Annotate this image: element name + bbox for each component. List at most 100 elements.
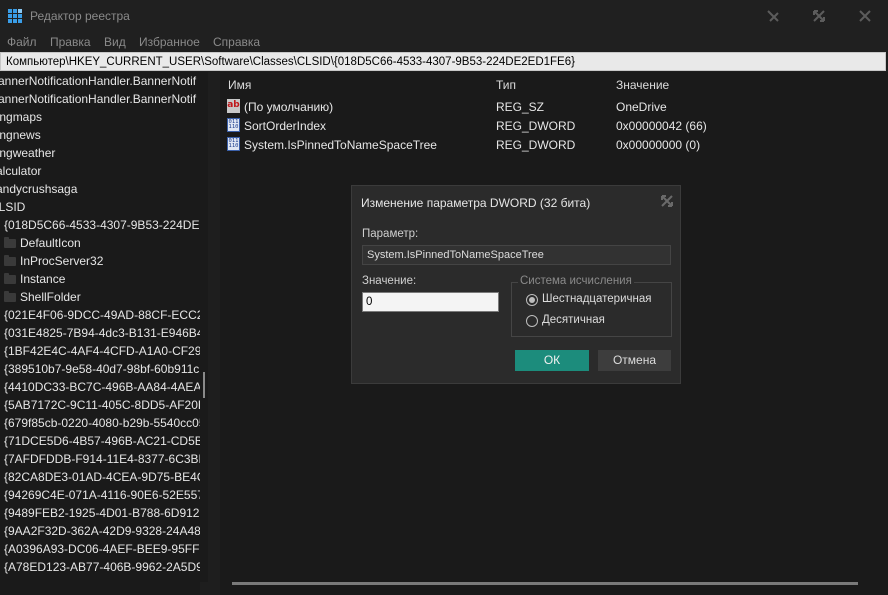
value-input[interactable]: 0: [362, 292, 499, 312]
tree-key[interactable]: candycrushsaga: [0, 180, 77, 198]
values-horizontal-scrollbar[interactable]: [232, 582, 858, 585]
tree-item-label: {389510b7-9e58-40d7-98bf-60b911cb: [4, 362, 200, 376]
menu-edit[interactable]: Правка: [50, 35, 91, 49]
tree-subkey[interactable]: DefaultIcon: [4, 234, 81, 252]
folder-icon: [4, 291, 16, 302]
tree-item-label: {021E4F06-9DCC-49AD-88CF-ECC2D: [4, 308, 200, 322]
tree-key[interactable]: BannerNotificationHandler.BannerNotif: [0, 72, 196, 90]
dialog-close-icon[interactable]: [660, 194, 674, 208]
tree-item-label: {9AA2F32D-362A-42D9-9328-24A483: [4, 524, 200, 538]
tree-item-label: {A78ED123-AB77-406B-9962-2A5D9D: [4, 560, 200, 574]
column-name-header[interactable]: Имя: [228, 78, 251, 92]
tree-item-label: {031E4825-7B94-4dc3-B131-E946B44C: [4, 326, 200, 340]
tree-item-label: DefaultIcon: [20, 236, 81, 250]
close-button[interactable]: [850, 4, 880, 28]
value-data: 0x00000000 (0): [616, 138, 701, 152]
tree-subkey[interactable]: ShellFolder: [4, 288, 81, 306]
maximize-button[interactable]: [804, 4, 834, 28]
tree-item-label: {679f85cb-0220-4080-b29b-5540cc05: [4, 416, 200, 430]
tree-scroll-thumb[interactable]: [203, 372, 205, 398]
decimal-radio-label[interactable]: Десятичная: [542, 314, 605, 326]
column-type-header[interactable]: Тип: [496, 78, 516, 92]
ok-button[interactable]: ОК: [515, 350, 589, 371]
value-name: SortOrderIndex: [244, 119, 327, 133]
decimal-radio[interactable]: [526, 315, 538, 327]
tree-key[interactable]: {82CA8DE3-01AD-4CEA-9D75-BE4C5: [4, 468, 200, 486]
column-data-header[interactable]: Значение: [616, 78, 669, 92]
base-group: [511, 282, 672, 337]
value-row[interactable]: ab (По умолчанию) REG_SZ OneDrive: [220, 98, 888, 117]
tree-key[interactable]: calculator: [0, 162, 41, 180]
binary-value-icon: 011 110: [227, 118, 240, 132]
tree-key[interactable]: {679f85cb-0220-4080-b29b-5540cc05: [4, 414, 200, 432]
tree-key[interactable]: bingmaps: [0, 108, 42, 126]
registry-app-icon: [8, 9, 22, 23]
tree-key[interactable]: {71DCE5D6-4B57-496B-AC21-CD5B54: [4, 432, 200, 450]
base-group-legend: Система исчисления: [518, 275, 634, 287]
tree-key[interactable]: bingnews: [0, 126, 41, 144]
value-row[interactable]: 011 110 System.IsPinnedToNameSpaceTree RE…: [220, 136, 888, 155]
folder-icon: [4, 255, 16, 266]
tree-subkey[interactable]: Instance: [4, 270, 65, 288]
tree-key[interactable]: {A0396A93-DC06-4AEF-BEE9-95FFCC: [4, 540, 200, 558]
tree-key[interactable]: {1BF42E4C-4AF4-4CFD-A1A0-CF2960: [4, 342, 200, 360]
value-name: System.IsPinnedToNameSpaceTree: [244, 138, 437, 152]
tree-key[interactable]: {9AA2F32D-362A-42D9-9328-24A483: [4, 522, 200, 540]
tree-item-label: {7AFDFDDB-F914-11E4-8377-6C3BE5: [4, 452, 200, 466]
tree-item-label: bingweather: [0, 146, 56, 160]
value-type: REG_SZ: [496, 100, 545, 114]
tree-key[interactable]: {389510b7-9e58-40d7-98bf-60b911cb: [4, 360, 200, 378]
tree-key[interactable]: {7AFDFDDB-F914-11E4-8377-6C3BE5: [4, 450, 200, 468]
tree-key[interactable]: bingweather: [0, 144, 55, 162]
string-value-icon: ab: [227, 99, 240, 113]
title-bar: Редактор реестра: [0, 0, 888, 32]
tree-item-label: bingmaps: [0, 110, 43, 124]
tree-key[interactable]: {A78ED123-AB77-406B-9962-2A5D9D: [4, 558, 200, 576]
value-data: 0x00000042 (66): [616, 119, 707, 133]
menu-help[interactable]: Справка: [213, 35, 260, 49]
tree-item-label: {71DCE5D6-4B57-496B-AC21-CD5B54: [4, 434, 200, 448]
dialog-title: Изменение параметра DWORD (32 бита): [361, 196, 591, 210]
minimize-button[interactable]: [758, 4, 788, 28]
tree-scrollbar[interactable]: [200, 72, 208, 582]
tree-key[interactable]: {94269C4E-071A-4116-90E6-52E55706: [4, 486, 200, 504]
tree-horizontal-scrollbar[interactable]: [0, 582, 200, 595]
cancel-button[interactable]: Отмена: [598, 350, 671, 371]
tree-key[interactable]: BannerNotificationHandler.BannerNotif: [0, 90, 196, 108]
tree-subkey[interactable]: InProcServer32: [4, 252, 103, 270]
tree-item-label: {82CA8DE3-01AD-4CEA-9D75-BE4C5: [4, 470, 200, 484]
folder-icon: [4, 273, 16, 284]
pane-splitter[interactable]: [208, 72, 220, 595]
tree-key[interactable]: {9489FEB2-1925-4D01-B788-6D912C7: [4, 504, 200, 522]
tree-item-label: {4410DC33-BC7C-496B-AA84-4AEA3: [4, 380, 200, 394]
value-data: OneDrive: [616, 100, 667, 114]
value-label: Значение:: [362, 275, 417, 287]
tree-key[interactable]: CLSID: [0, 198, 25, 216]
tree-item-label: {018D5C66-4533-4307-9B53-224DE2E: [4, 218, 200, 232]
tree-item-label: {A0396A93-DC06-4AEF-BEE9-95FFCC: [4, 542, 200, 556]
menu-view[interactable]: Вид: [104, 35, 126, 49]
edit-dword-dialog: Изменение параметра DWORD (32 бита) Пара…: [351, 185, 681, 384]
tree-item-label: BannerNotificationHandler.BannerNotif: [0, 74, 197, 88]
value-name: (По умолчанию): [244, 100, 334, 114]
parameter-label: Параметр:: [362, 228, 419, 240]
tree-key[interactable]: {5AB7172C-9C11-405C-8DD5-AF20F3: [4, 396, 200, 414]
address-bar[interactable]: Компьютер\HKEY_CURRENT_USER\Software\Cla…: [0, 52, 886, 71]
close-icon: [859, 10, 871, 22]
hex-radio-label[interactable]: Шестнадцатеричная: [542, 293, 651, 305]
binary-value-icon: 011 110: [227, 137, 240, 151]
tree-key[interactable]: {4410DC33-BC7C-496B-AA84-4AEA3: [4, 378, 200, 396]
tree-key[interactable]: {018D5C66-4533-4307-9B53-224DE2E: [4, 216, 200, 234]
folder-icon: [4, 237, 16, 248]
tree-key[interactable]: {021E4F06-9DCC-49AD-88CF-ECC2D: [4, 306, 200, 324]
maximize-icon: [813, 10, 825, 22]
value-row[interactable]: 011 110 SortOrderIndex REG_DWORD 0x000000…: [220, 117, 888, 136]
tree-item-label: {5AB7172C-9C11-405C-8DD5-AF20F3: [4, 398, 200, 412]
menu-bar: Файл Правка Вид Избранное Справка: [0, 32, 888, 52]
tree-key[interactable]: {031E4825-7B94-4dc3-B131-E946B44C: [4, 324, 200, 342]
hex-radio[interactable]: [526, 294, 538, 306]
value-type: REG_DWORD: [496, 119, 576, 133]
menu-favorites[interactable]: Избранное: [139, 35, 200, 49]
menu-file[interactable]: Файл: [7, 35, 37, 49]
registry-tree[interactable]: BannerNotificationHandler.BannerNotif Ban…: [0, 72, 200, 582]
